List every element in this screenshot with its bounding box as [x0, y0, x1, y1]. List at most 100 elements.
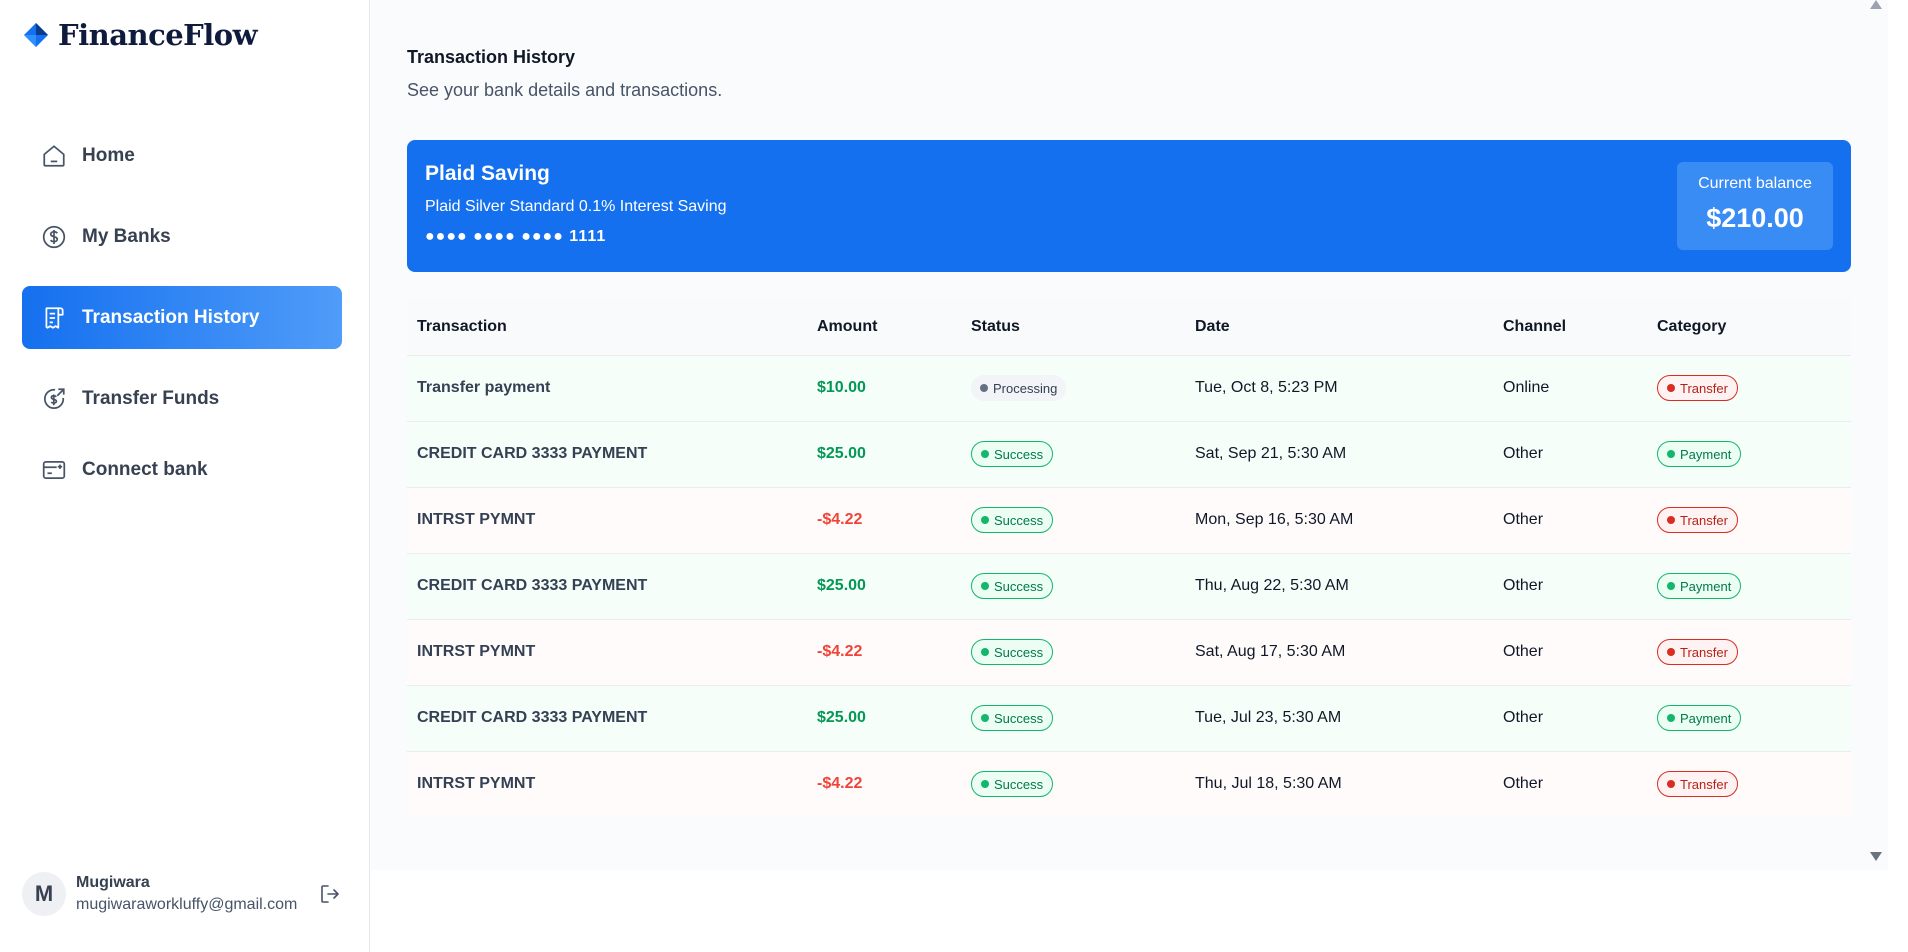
sidebar-item-transfer-funds[interactable]: Transfer Funds	[22, 367, 342, 430]
sidebar: FinanceFlow Home My Banks Transaction Hi…	[0, 0, 370, 952]
receipt-icon	[40, 304, 68, 332]
column-header-transaction: Transaction	[417, 317, 507, 335]
status-label: Success	[994, 776, 1044, 792]
transaction-channel: Other	[1503, 709, 1544, 726]
category-badge: Transfer	[1657, 507, 1738, 533]
column-header-channel: Channel	[1503, 317, 1567, 335]
category-cell: Transfer	[1647, 751, 1851, 817]
user-name: Mugiwara	[76, 874, 150, 891]
transaction-name: CREDIT CARD 3333 PAYMENT	[417, 709, 648, 726]
transaction-name: INTRST PYMNT	[417, 775, 536, 793]
table-row[interactable]: CREDIT CARD 3333 PAYMENT $25.00 Success …	[407, 553, 1851, 619]
status-dot-icon	[981, 582, 989, 590]
status-cell: Processing	[961, 355, 1185, 421]
dollar-circle-icon	[40, 223, 68, 251]
transaction-channel: Other	[1503, 577, 1544, 594]
category-label: Payment	[1680, 446, 1732, 462]
add-bank-card-icon	[40, 456, 68, 484]
category-badge: Transfer	[1657, 375, 1738, 401]
status-label: Success	[994, 710, 1044, 726]
logout-icon[interactable]	[318, 882, 342, 906]
table-row[interactable]: INTRST PYMNT -$4.22 Success Thu, Jul 18,…	[407, 751, 1851, 817]
scroll-up-arrow-icon[interactable]	[1870, 0, 1882, 9]
sidebar-item-transaction-history[interactable]: Transaction History	[22, 286, 342, 349]
category-badge: Transfer	[1657, 771, 1738, 798]
category-cell: Transfer	[1647, 619, 1851, 685]
main-content: Transaction History See your bank detail…	[371, 0, 1888, 870]
transaction-date: Tue, Oct 8, 5:23 PM	[1195, 379, 1338, 396]
column-header-amount: Amount	[817, 317, 878, 335]
table-row[interactable]: INTRST PYMNT -$4.22 Success Sat, Aug 17,…	[407, 619, 1851, 685]
category-badge: Payment	[1657, 573, 1742, 599]
transfer-dollar-icon	[40, 385, 68, 413]
transaction-name: CREDIT CARD 3333 PAYMENT	[417, 445, 648, 462]
transaction-name: INTRST PYMNT	[417, 643, 536, 660]
transaction-amount: -$4.22	[817, 511, 863, 528]
sidebar-item-connect-bank[interactable]: Connect bank	[22, 438, 342, 501]
category-label: Transfer	[1680, 776, 1728, 792]
status-cell: Success	[961, 685, 1185, 751]
status-cell: Success	[961, 421, 1185, 487]
transaction-date: Thu, Jul 18, 5:30 AM	[1195, 775, 1342, 793]
table-row[interactable]: CREDIT CARD 3333 PAYMENT $25.00 Success …	[407, 685, 1851, 751]
status-dot-icon	[981, 714, 989, 722]
transaction-amount: $25.00	[817, 709, 866, 726]
transaction-amount: -$4.22	[817, 775, 863, 793]
transaction-date: Thu, Aug 22, 5:30 AM	[1195, 577, 1349, 594]
category-label: Payment	[1680, 578, 1732, 594]
bank-info-card[interactable]: Plaid Saving Plaid Silver Standard 0.1% …	[407, 140, 1851, 272]
transaction-date: Sat, Sep 21, 5:30 AM	[1195, 445, 1347, 462]
category-cell: Transfer	[1647, 355, 1851, 421]
status-dot-icon	[980, 384, 988, 392]
transaction-name: CREDIT CARD 3333 PAYMENT	[417, 577, 648, 594]
column-header-status: Status	[971, 317, 1020, 335]
category-badge: Transfer	[1657, 639, 1738, 665]
category-dot-icon	[1667, 582, 1675, 590]
category-cell: Payment	[1647, 421, 1851, 487]
category-badge: Payment	[1657, 705, 1742, 731]
home-icon	[40, 142, 68, 170]
status-cell: Success	[961, 487, 1185, 553]
status-cell: Success	[961, 553, 1185, 619]
sidebar-item-my-banks[interactable]: My Banks	[22, 205, 342, 268]
column-header-date: Date	[1195, 317, 1230, 335]
status-label: Success	[994, 446, 1044, 462]
category-dot-icon	[1667, 384, 1675, 392]
status-label: Success	[994, 578, 1044, 594]
transaction-channel: Other	[1503, 643, 1544, 660]
table-row[interactable]: Transfer payment $10.00 Processing Tue, …	[407, 355, 1851, 421]
balance-label: Current balance	[1698, 175, 1812, 192]
scroll-down-arrow-icon[interactable]	[1870, 852, 1882, 861]
bank-official-name: Plaid Silver Standard 0.1% Interest Savi…	[425, 198, 727, 215]
status-badge: Success	[971, 573, 1054, 599]
status-badge: Processing	[971, 375, 1067, 401]
account-mask: ●●●● ●●●● ●●●● 1111	[425, 228, 607, 245]
transaction-channel: Other	[1503, 445, 1544, 462]
category-dot-icon	[1667, 780, 1675, 789]
brand-name: FinanceFlow	[58, 18, 258, 52]
bank-name: Plaid Saving	[425, 162, 550, 185]
status-label: Processing	[993, 380, 1058, 396]
sidebar-item-label: Connect bank	[82, 458, 208, 480]
diamond-logo-icon	[24, 23, 48, 47]
table-row[interactable]: INTRST PYMNT -$4.22 Success Mon, Sep 16,…	[407, 487, 1851, 553]
status-dot-icon	[981, 450, 989, 458]
category-label: Transfer	[1680, 644, 1728, 660]
user-profile: M Mugiwara mugiwaraworkluffy@gmail.com	[22, 872, 352, 916]
table-row[interactable]: CREDIT CARD 3333 PAYMENT $25.00 Success …	[407, 421, 1851, 487]
category-dot-icon	[1667, 516, 1675, 524]
transaction-channel: Other	[1503, 775, 1544, 793]
transaction-date: Sat, Aug 17, 5:30 AM	[1195, 643, 1346, 660]
transaction-amount: $10.00	[817, 379, 866, 396]
user-email: mugiwaraworkluffy@gmail.com	[76, 896, 298, 913]
status-label: Success	[994, 512, 1044, 528]
status-badge: Success	[971, 705, 1054, 731]
status-label: Success	[994, 644, 1044, 660]
brand[interactable]: FinanceFlow	[22, 18, 258, 52]
sidebar-item-home[interactable]: Home	[22, 124, 342, 187]
status-badge: Success	[971, 507, 1054, 533]
avatar[interactable]: M	[22, 872, 66, 916]
category-cell: Payment	[1647, 553, 1851, 619]
current-balance-box: Current balance $210.00	[1677, 162, 1833, 250]
balance-amount: $210.00	[1706, 203, 1804, 233]
